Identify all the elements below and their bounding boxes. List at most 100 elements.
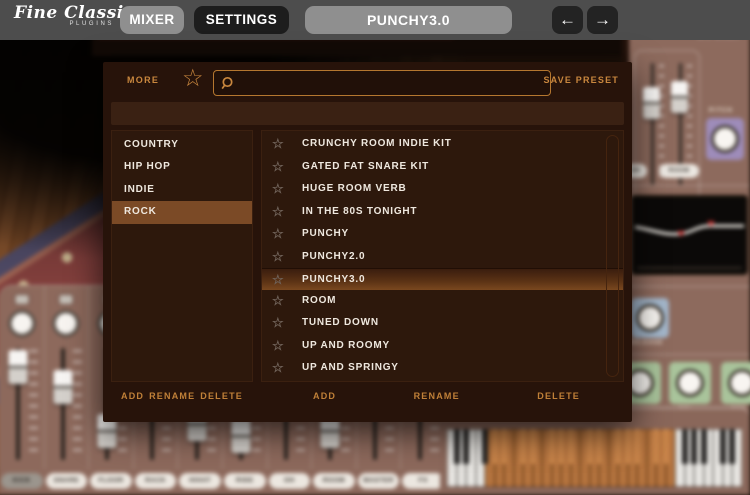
piano-key-sharp: [492, 429, 498, 464]
piano-key-sharp: [653, 429, 659, 464]
piano-key-sharp: [663, 429, 669, 464]
preset-label: TUNED DOWN: [302, 317, 379, 328]
preset-browser-dialog: MORE ☆ SAVE PRESET COUNTRY HIP HOP INDIE…: [103, 62, 632, 422]
preset-delete-button[interactable]: DELETE: [537, 391, 580, 401]
category-item-rock[interactable]: ROCK: [112, 201, 252, 223]
piano-key-sharp: [691, 429, 697, 464]
pitch-knob-plate: [706, 118, 744, 160]
brand-name: Fine Classics: [14, 3, 114, 23]
piano-key-sharp: [530, 429, 536, 464]
category-actions: ADD RENAME DELETE: [111, 391, 253, 401]
category-item-indie[interactable]: INDIE: [112, 179, 252, 201]
piano-key-sharp: [596, 429, 602, 464]
channel-label-fx: FX: [402, 473, 444, 489]
channel-label-room: ROOM: [313, 473, 355, 489]
pitch-label: PITCH: [709, 108, 733, 114]
brand-logo: Fine Classics PLUGINS: [14, 3, 114, 27]
category-item-hiphop[interactable]: HIP HOP: [112, 156, 252, 178]
mute-button: [15, 295, 28, 304]
preset-label: IN THE 80S TONIGHT: [302, 206, 417, 217]
mute-button: [60, 295, 73, 304]
row-star-icon[interactable]: ☆: [272, 312, 284, 335]
preset-row[interactable]: ☆ ROOM: [262, 290, 623, 313]
preset-row-selected[interactable]: ☆ PUNCHY3.0: [262, 268, 623, 290]
preset-row[interactable]: ☆ GATED FAT SNARE KIT: [262, 156, 623, 179]
channel-labels: KICK SNARE FLOOR RACK HIHAT RIDE OH ROOM…: [1, 473, 444, 489]
category-add-button[interactable]: ADD: [121, 391, 144, 401]
preset-list-scrollbar[interactable]: [606, 135, 619, 377]
row-star-icon[interactable]: ☆: [272, 246, 284, 269]
preset-rename-button[interactable]: RENAME: [414, 391, 460, 401]
row-star-icon[interactable]: ☆: [272, 133, 284, 156]
preset-row[interactable]: ☆UP AND SPRINGY: [262, 357, 623, 380]
piano-key-sharp: [482, 429, 488, 464]
preset-row[interactable]: ☆ PUNCHY: [262, 223, 623, 246]
preset-label: HUGE ROOM VERB: [302, 183, 407, 194]
tab-mixer[interactable]: MIXER: [120, 6, 184, 34]
preset-add-button[interactable]: ADD: [313, 391, 336, 401]
fader-cap: [643, 87, 660, 119]
mixer-strip: [45, 286, 90, 469]
preset-actions: ADD RENAME DELETE: [261, 391, 624, 401]
preset-label: UP AND ROOMY: [302, 340, 390, 351]
search-input[interactable]: [240, 77, 540, 89]
preset-label: CRUNCHY ROOM INDIE KIT: [302, 138, 452, 149]
fader-cap: [232, 419, 251, 453]
favorite-star-icon[interactable]: ☆: [182, 66, 204, 92]
preset-row[interactable]: ☆PUNCHY2.0: [262, 246, 623, 269]
divider: [629, 286, 750, 287]
preset-row[interactable]: ☆ IN THE 80S TONIGHT: [262, 201, 623, 224]
row-star-icon[interactable]: ☆: [272, 178, 284, 201]
category-delete-button[interactable]: DELETE: [200, 391, 243, 401]
row-star-icon[interactable]: ☆: [272, 290, 284, 313]
piano-key-sharp: [625, 429, 631, 464]
piano-key-sharp: [682, 429, 688, 464]
release-knob-plate: [631, 298, 669, 338]
release-label: RELEASE: [629, 340, 663, 346]
category-rename-button[interactable]: RENAME: [149, 391, 195, 401]
piano-key-sharp: [568, 429, 574, 464]
row-star-icon[interactable]: ☆: [272, 201, 284, 224]
row-star-icon[interactable]: ☆: [272, 335, 284, 358]
divider: [629, 185, 750, 186]
save-preset-button[interactable]: SAVE PRESET: [543, 75, 619, 85]
preset-label: PUNCHY: [302, 228, 349, 239]
next-preset-button[interactable]: →: [587, 6, 618, 34]
tab-settings[interactable]: SETTINGS: [194, 6, 289, 34]
prev-preset-button[interactable]: ←: [552, 6, 583, 34]
channel-knob: [8, 310, 35, 337]
preset-label: PUNCHY3.0: [302, 274, 365, 285]
preset-name-display[interactable]: PUNCHY3.0: [305, 6, 512, 34]
row-star-icon[interactable]: ☆: [272, 357, 284, 380]
preset-row[interactable]: ☆ HUGE ROOM VERB: [262, 178, 623, 201]
category-item-country[interactable]: COUNTRY: [112, 134, 252, 156]
piano-key-sharp: [463, 429, 469, 464]
more-button[interactable]: MORE: [127, 75, 159, 85]
row-star-icon[interactable]: ☆: [272, 223, 284, 246]
gen-knob-plate: [721, 362, 750, 404]
preset-row[interactable]: ☆ TUNED DOWN: [262, 312, 623, 335]
eq-display: [631, 195, 748, 275]
search-icon: [220, 76, 235, 91]
channel-knob: [53, 310, 80, 337]
row-star-icon[interactable]: ☆: [272, 269, 284, 291]
fader-ticks: [29, 350, 38, 456]
gen-knob: [728, 369, 750, 397]
piano-key-sharp: [587, 429, 593, 464]
preset-label: GATED FAT SNARE KIT: [302, 161, 429, 172]
search-box[interactable]: [213, 70, 551, 96]
channel-label-oh: OH: [269, 473, 311, 489]
del-knob-plate: [669, 362, 711, 404]
preset-row[interactable]: ☆ UP AND ROOMY: [262, 335, 623, 358]
fader-track: [651, 63, 654, 185]
piano-keyboard: [447, 429, 742, 487]
piano-key-sharp: [634, 429, 640, 464]
row-star-icon[interactable]: ☆: [272, 156, 284, 179]
piano-key-sharp: [729, 429, 735, 464]
preset-label: ROOM: [302, 295, 336, 306]
channel-label-hihat: HIHAT: [179, 473, 221, 489]
plugin-window: KICK SNARE FLOOR RACK HIHAT RIDE OH ROOM…: [0, 0, 750, 495]
preset-row[interactable]: ☆ CRUNCHY ROOM INDIE KIT: [262, 133, 623, 156]
arrow-left-icon: ←: [559, 10, 576, 29]
pitch-knob: [711, 125, 739, 153]
